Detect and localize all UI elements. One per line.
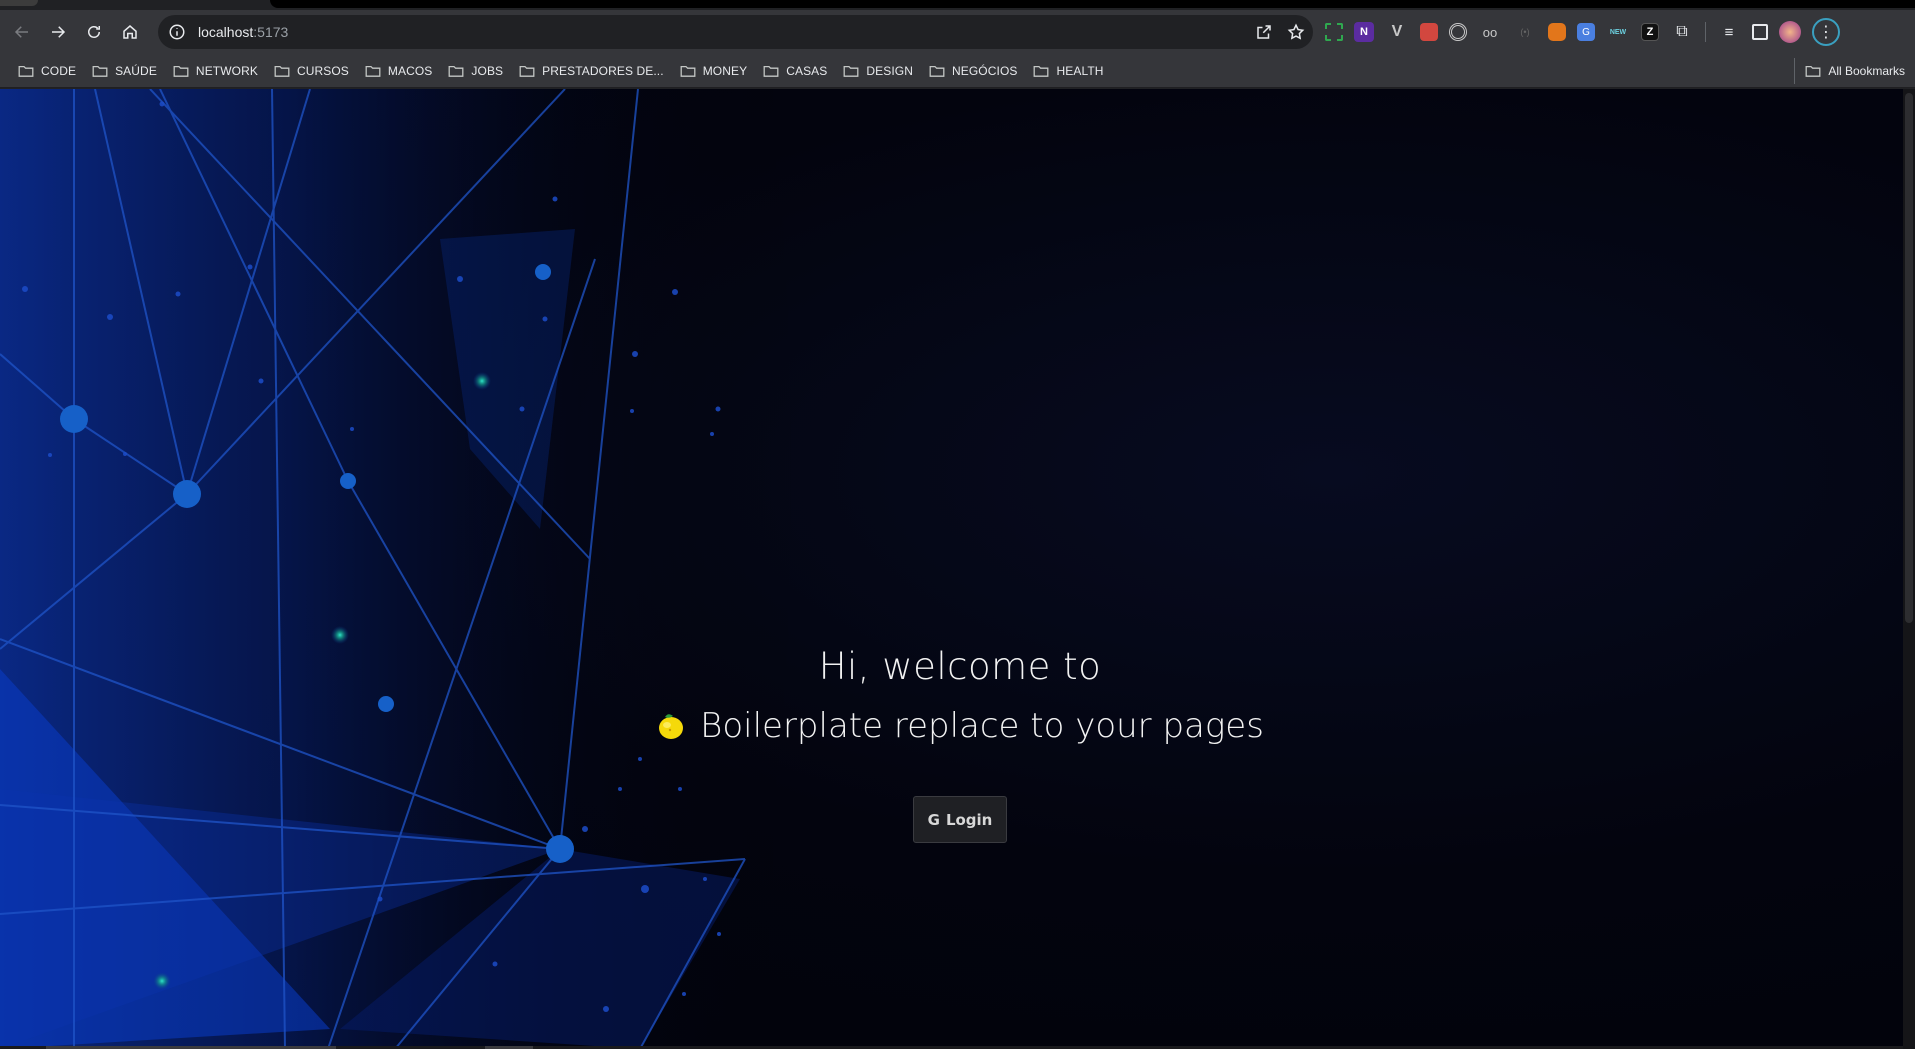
bookmark-label: NETWORK — [195, 63, 258, 78]
metamask-fox-icon[interactable] — [1548, 23, 1566, 41]
tab-strip-background — [270, 0, 1915, 8]
bookmark-folder-health[interactable]: HEALTH — [1025, 58, 1111, 84]
welcome-heading: Hi, welcome to — [818, 645, 1102, 688]
lemon-icon — [659, 714, 684, 739]
z-extension-icon[interactable]: Z — [1641, 23, 1659, 41]
bookmark-folder-neg-cios[interactable]: NEGÓCIOS — [921, 58, 1025, 84]
folder-icon — [519, 65, 535, 77]
bookmark-label: CURSOS — [296, 63, 349, 78]
folder-icon — [1034, 65, 1049, 77]
bookmarks-bar: CODE SAÚDE NETWORK CURSOS MACOS JOBS PRESTADOR… — [0, 54, 1915, 88]
bookmark-folder-prestadores-de[interactable]: PRESTADORES DE... — [511, 58, 672, 84]
welcome-subheading-row: Boilerplate replace to your pages — [0, 706, 1915, 746]
n-letter-extension-icon[interactable]: N — [1354, 22, 1374, 42]
folder-icon — [274, 65, 290, 77]
url-text[interactable]: localhost:5173 — [198, 24, 288, 40]
home-icon — [123, 25, 137, 39]
target-extension-icon[interactable] — [1449, 23, 1467, 41]
browser-toolbar: localhost:5173 N V oo (•) G NEW Z ⧉ ≡ ⋮ — [0, 10, 1915, 54]
bookmark-label: MONEY — [702, 63, 748, 78]
arrow-right-icon — [52, 26, 66, 38]
new-badge-extension-icon[interactable]: NEW — [1606, 20, 1630, 44]
folder-icon — [1805, 65, 1821, 77]
network-background — [0, 89, 820, 1049]
puzzle-extensions-icon[interactable]: ⧉ — [1670, 20, 1694, 44]
dim-extension-icon[interactable]: (•) — [1513, 20, 1537, 44]
bookmark-folder-cursos[interactable]: CURSOS — [266, 58, 357, 84]
green-bracket-icon[interactable] — [1325, 23, 1343, 41]
bookmark-star-icon[interactable] — [1287, 23, 1305, 41]
folder-icon — [929, 65, 945, 77]
browser-menu-button[interactable]: ⋮ — [1812, 18, 1840, 46]
bookmark-label: DESIGN — [866, 63, 913, 78]
tab-strip — [0, 0, 1915, 10]
folder-icon — [448, 65, 464, 77]
folder-icon — [173, 65, 189, 77]
browser-window: localhost:5173 N V oo (•) G NEW Z ⧉ ≡ ⋮ — [0, 0, 1915, 1049]
bookmark-label: MACOS — [387, 63, 433, 78]
arrow-left-icon — [14, 26, 28, 38]
home-button[interactable] — [112, 14, 148, 50]
folder-icon — [18, 65, 34, 77]
folder-icon — [763, 65, 779, 77]
bookmark-folder-macos[interactable]: MACOS — [357, 58, 441, 84]
google-translate-icon[interactable]: G — [1577, 23, 1595, 41]
folder-icon — [365, 65, 381, 77]
vertical-scrollbar[interactable] — [1903, 89, 1915, 1049]
eyes-extension-icon[interactable]: oo — [1478, 20, 1502, 44]
bookmark-label: PRESTADORES DE... — [542, 63, 664, 78]
bookmark-folder-money[interactable]: MONEY — [672, 58, 756, 84]
bookmark-folder-sa-de[interactable]: SAÚDE — [84, 58, 165, 84]
reload-icon — [88, 26, 100, 38]
kebab-menu-icon: ⋮ — [1818, 24, 1834, 41]
extensions-row: N V oo (•) G NEW Z ⧉ ≡ ⋮ — [1325, 10, 1840, 54]
profile-avatar[interactable] — [1779, 21, 1801, 43]
welcome-subheading: Boilerplate replace to your pages — [700, 706, 1264, 746]
active-tab-edge[interactable] — [0, 0, 38, 6]
reading-list-icon[interactable]: ≡ — [1717, 20, 1741, 44]
side-panel-icon[interactable] — [1752, 24, 1768, 40]
bookmark-label: HEALTH — [1056, 63, 1104, 78]
bookmark-label: CASAS — [786, 63, 828, 78]
forward-button[interactable] — [40, 14, 76, 50]
google-g-icon: G — [927, 810, 940, 829]
bookmark-label: NEGÓCIOS — [952, 63, 1018, 78]
bookmark-folder-code[interactable]: CODE — [10, 58, 84, 84]
reload-button[interactable] — [76, 14, 112, 50]
address-bar[interactable]: localhost:5173 — [158, 15, 1313, 49]
bookmark-folder-network[interactable]: NETWORK — [165, 58, 266, 84]
login-label: Login — [945, 810, 993, 829]
login-button[interactable]: G Login — [913, 796, 1007, 843]
vue-devtools-icon[interactable]: V — [1385, 20, 1409, 44]
bookmark-label: CODE — [41, 63, 77, 78]
all-bookmarks-button[interactable]: All Bookmarks — [1794, 58, 1905, 84]
url-host: localhost — [198, 24, 254, 40]
scrollbar-thumb[interactable] — [1905, 93, 1913, 623]
bookmark-folder-jobs[interactable]: JOBS — [440, 58, 511, 84]
folder-icon — [92, 65, 108, 77]
toolbar-separator — [1705, 22, 1706, 42]
bookmark-label: SAÚDE — [115, 63, 157, 78]
url-port: :5173 — [253, 24, 289, 40]
site-info-icon[interactable] — [168, 23, 186, 41]
folder-icon — [680, 65, 696, 77]
open-in-app-icon[interactable] — [1255, 23, 1273, 41]
welcome-hero: Hi, welcome to Boilerplate replace to yo… — [0, 645, 1915, 746]
folder-icon — [843, 65, 859, 77]
all-bookmarks-label: All Bookmarks — [1828, 64, 1905, 78]
bookmark-folder-casas[interactable]: CASAS — [755, 58, 835, 84]
page-viewport — [0, 89, 1903, 1049]
bookmark-label: JOBS — [471, 63, 504, 78]
back-button[interactable] — [4, 14, 40, 50]
bookmark-folder-design[interactable]: DESIGN — [835, 58, 921, 84]
red-extension-icon[interactable] — [1420, 23, 1438, 41]
